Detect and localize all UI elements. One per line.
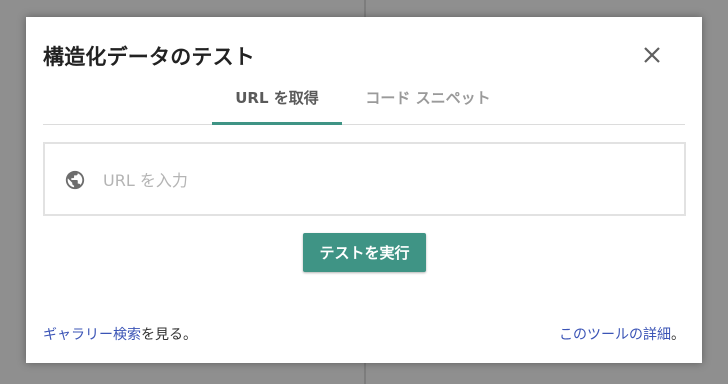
dialog-title: 構造化データのテスト — [43, 45, 255, 69]
tab-fetch-url[interactable]: URL を取得 — [212, 87, 342, 125]
close-icon — [644, 47, 660, 63]
structured-data-test-dialog: 構造化データのテスト URL を取得 コード スニペット テストを実行 ギャラリ… — [26, 17, 702, 363]
gallery-suffix: を見る。 — [141, 327, 197, 343]
tool-details-link[interactable]: このツールの詳細 — [559, 327, 671, 343]
close-button[interactable] — [638, 41, 666, 69]
gallery-search-link[interactable]: ギャラリー検索 — [43, 327, 141, 343]
run-test-button[interactable]: テストを実行 — [303, 233, 426, 272]
footer-details-text: このツールの詳細。 — [559, 324, 685, 344]
tab-code-snippet[interactable]: コード スニペット — [353, 87, 503, 125]
url-input-container — [43, 142, 686, 216]
details-suffix: 。 — [671, 327, 685, 343]
url-input[interactable] — [103, 162, 663, 198]
globe-icon — [65, 170, 85, 190]
tab-bar: URL を取得 コード スニペット — [43, 87, 685, 125]
footer-gallery-text: ギャラリー検索を見る。 — [43, 324, 197, 344]
